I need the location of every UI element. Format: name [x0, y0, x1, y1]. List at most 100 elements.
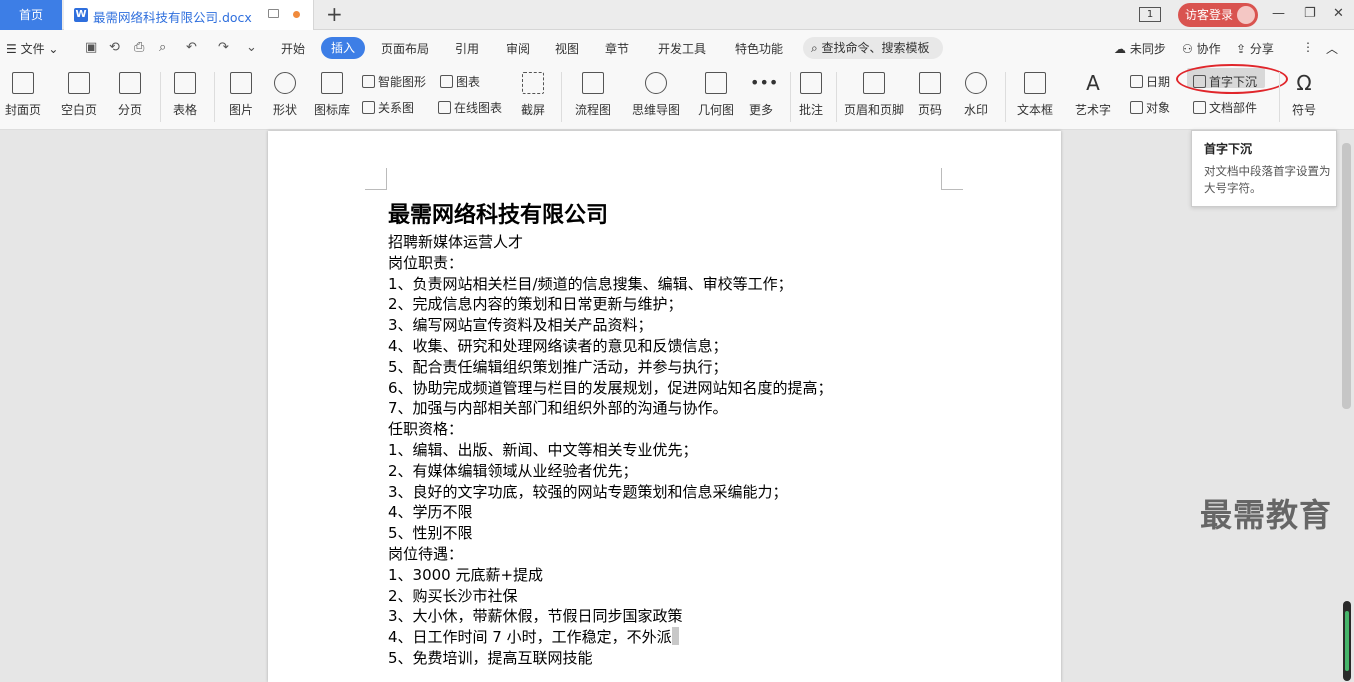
share-button[interactable]: ⇪ 分享: [1236, 40, 1274, 57]
document-line: 1、负责网站相关栏目/频道的信息搜集、编辑、审校等工作；: [388, 274, 833, 295]
mindmap-button[interactable]: 思维导图: [625, 66, 687, 130]
page-break-button[interactable]: 分页: [110, 66, 150, 130]
document-line: 2、购买长沙市社保: [388, 586, 833, 607]
document-line: 5、免费培训，提高互联网技能: [388, 648, 833, 669]
more-menu-icon[interactable]: ⋮: [1302, 40, 1314, 54]
document-line-text: 5、免费培训，提高互联网技能: [388, 648, 593, 667]
document-page[interactable]: 最需网络科技有限公司 招聘新媒体运营人才 岗位职责： 1、负责网站相关栏目/频道的信…: [268, 131, 1061, 682]
document-tab[interactable]: W 最需网络科技有限公司.docx: [64, 0, 314, 30]
document-line-text: 岗位待遇：: [388, 544, 464, 563]
tab-view[interactable]: 视图: [555, 40, 579, 57]
close-icon[interactable]: ✕: [1333, 6, 1344, 21]
more-button[interactable]: ••• 更多: [740, 66, 782, 130]
document-line: 任职资格：: [388, 419, 833, 440]
document-line: 1、3000 元底薪+提成: [388, 565, 833, 586]
page-indicator[interactable]: 1: [1139, 7, 1161, 22]
shape-icon: [274, 72, 296, 94]
comment-button[interactable]: 批注: [794, 66, 828, 130]
date-button[interactable]: 日期: [1130, 73, 1170, 93]
document-line-text: 6、协助完成频道管理与栏目的发展规划，促进网站知名度的提高；: [388, 378, 833, 397]
geometry-icon: [705, 72, 727, 94]
textbox-label: 文本框: [1016, 103, 1053, 117]
object-button[interactable]: 对象: [1130, 99, 1170, 119]
separator: [160, 72, 161, 122]
online-chart-button[interactable]: 在线图表: [438, 99, 502, 119]
margin-corner-mark: [365, 168, 387, 190]
document-line: 3、编写网站宣传资料及相关产品资料；: [388, 315, 833, 336]
title-tab-bar: 首页 W 最需网络科技有限公司.docx + 1 访客登录 — ❐ ✕: [0, 0, 1354, 30]
geometry-button[interactable]: 几何图: [694, 66, 738, 130]
document-line: 7、加强与内部相关部门和组织外部的沟通与协作。: [388, 398, 833, 419]
document-line-text: 岗位职责：: [388, 253, 464, 272]
comment-icon: [800, 72, 822, 94]
save-icon[interactable]: ▣: [85, 41, 99, 55]
doc-part-button[interactable]: 文档部件: [1193, 99, 1257, 119]
print-icon[interactable]: ⎙: [134, 41, 148, 55]
guest-login-button[interactable]: 访客登录: [1178, 3, 1258, 27]
separator: [1279, 72, 1280, 122]
icon-library-button[interactable]: 图标库: [310, 66, 354, 130]
document-line-text: 5、配合责任编辑组织策划推广活动，并参与执行；: [388, 357, 728, 376]
mindmap-label: 思维导图: [631, 103, 680, 117]
smart-shape-button[interactable]: 智能图形: [362, 73, 426, 93]
screenshot-button[interactable]: 截屏: [512, 66, 554, 130]
file-menu[interactable]: ☰ 文件 ⌄: [6, 40, 58, 57]
collaborate-button[interactable]: ⚇ 协作: [1182, 40, 1221, 57]
minimize-icon[interactable]: —: [1272, 6, 1285, 21]
collapse-ribbon-icon[interactable]: ︿: [1326, 40, 1338, 57]
command-search[interactable]: ⌕ 查找命令、搜索模板: [803, 37, 943, 59]
restore-icon[interactable]: ❐: [1304, 6, 1316, 21]
document-line-text: 2、完成信息内容的策划和日常更新与维护；: [388, 295, 683, 314]
more-label: 更多: [748, 103, 773, 117]
tab-special[interactable]: 特色功能: [735, 40, 783, 57]
tab-developer[interactable]: 开发工具: [658, 40, 706, 57]
symbol-button[interactable]: Ω 符号: [1284, 66, 1324, 130]
document-line-text: 2、购买长沙市社保: [388, 586, 518, 605]
tab-insert[interactable]: 插入: [321, 37, 365, 59]
tab-start[interactable]: 开始: [281, 40, 305, 57]
shape-button[interactable]: 形状: [264, 66, 306, 130]
monitor-icon[interactable]: [268, 9, 279, 18]
relation-diagram-button[interactable]: 关系图: [362, 99, 414, 119]
tab-chapter[interactable]: 章节: [605, 40, 629, 57]
wordart-button[interactable]: A 艺术字: [1066, 66, 1120, 130]
page-break-label: 分页: [117, 103, 142, 117]
document-line: 岗位待遇：: [388, 544, 833, 565]
chart-button[interactable]: 图表: [440, 73, 480, 93]
print-preview-icon[interactable]: ⌕: [159, 41, 173, 55]
header-footer-icon: [863, 72, 885, 94]
separator: [561, 72, 562, 122]
new-tab-plus-icon[interactable]: +: [326, 4, 343, 24]
online-chart-icon: [438, 101, 451, 114]
document-line-text: 2、有媒体编辑领域从业经验者优先；: [388, 461, 638, 480]
format-painter-icon[interactable]: ⟲: [109, 41, 123, 55]
home-tab[interactable]: 首页: [0, 0, 62, 30]
table-button[interactable]: 表格: [164, 66, 206, 130]
sync-status[interactable]: ☁ 未同步: [1114, 40, 1166, 57]
flowchart-button[interactable]: 流程图: [566, 66, 620, 130]
chart-label: 图表: [456, 75, 481, 89]
page-break-icon: [119, 72, 141, 94]
document-line-text: 4、收集、研究和处理网络读者的意见和反馈信息；: [388, 336, 728, 355]
page-number-button[interactable]: 页码: [910, 66, 950, 130]
picture-button[interactable]: 图片: [220, 66, 262, 130]
textbox-button[interactable]: 文本框: [1010, 66, 1060, 130]
cover-page-button[interactable]: 封面页: [0, 66, 46, 130]
header-footer-button[interactable]: 页眉和页脚: [840, 66, 908, 130]
tab-review[interactable]: 审阅: [506, 40, 530, 57]
vertical-scrollbar[interactable]: [1340, 131, 1354, 682]
tab-page-layout[interactable]: 页面布局: [381, 40, 429, 57]
online-chart-label: 在线图表: [454, 101, 503, 115]
blank-page-button[interactable]: 空白页: [54, 66, 104, 130]
wordart-label: 艺术字: [1074, 103, 1111, 117]
tab-reference[interactable]: 引用: [455, 40, 479, 57]
omega-symbol-icon: Ω: [1296, 71, 1312, 95]
watermark-button[interactable]: 水印: [956, 66, 996, 130]
watermark-icon: [965, 72, 987, 94]
undo-icon[interactable]: ↶: [186, 41, 200, 55]
doc-part-label: 文档部件: [1209, 101, 1258, 115]
redo-icon[interactable]: ↷: [218, 41, 232, 55]
side-widget-icon[interactable]: [1343, 601, 1351, 681]
customize-icon[interactable]: ⌄: [246, 41, 260, 55]
scrollbar-thumb[interactable]: [1342, 143, 1351, 409]
